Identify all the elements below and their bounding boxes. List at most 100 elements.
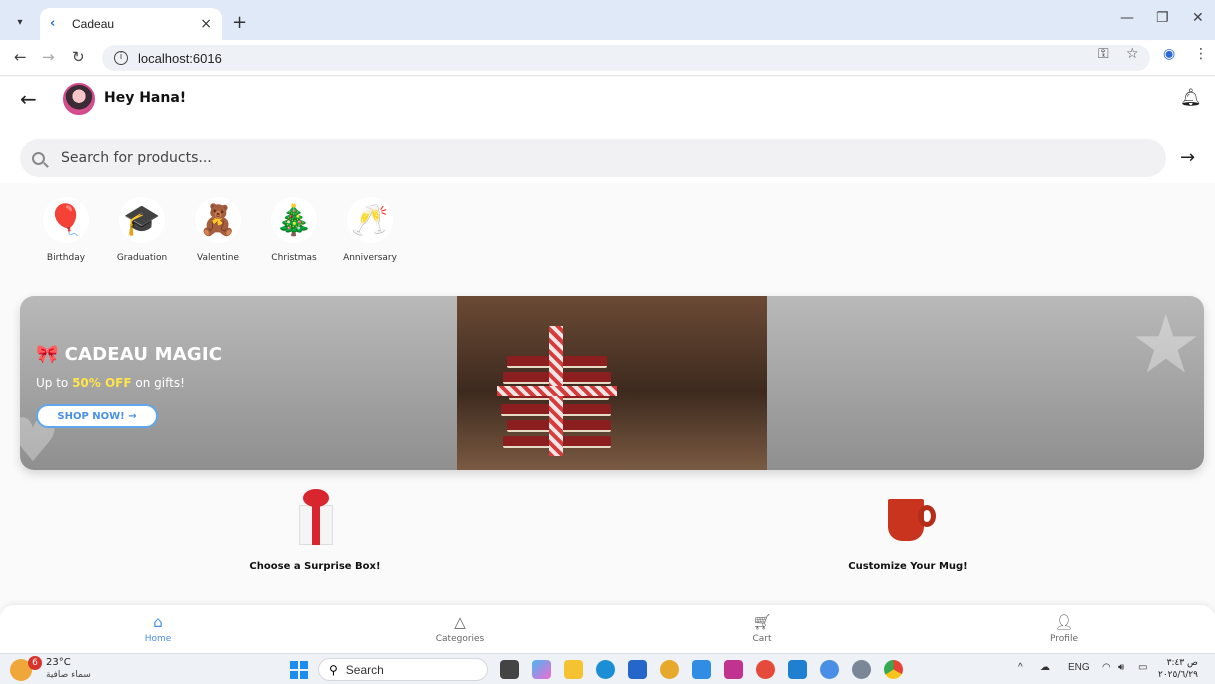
weather-badge: 6 [28,656,42,670]
category-label: Graduation [116,253,168,263]
banner-sub-suffix: on gifts! [131,376,185,390]
app-header: ← Hey Hana! 🔔︎ [0,77,1215,127]
search-placeholder: Search for products... [61,150,212,166]
tab-close-icon[interactable]: × [200,16,212,32]
search-icon: ⚲ [329,662,338,677]
customize-mug-card[interactable]: Customize Your Mug! [808,487,1008,572]
tab-search-menu-icon[interactable]: ▾ [8,10,32,34]
bookmark-star-icon[interactable]: ☆ [1126,46,1139,62]
bow-icon: 🎀 [36,344,59,365]
windows-start-icon[interactable] [290,661,308,679]
category-anniversary[interactable]: 🥂 Anniversary [332,197,408,263]
mug-icon [878,487,938,547]
system-clock[interactable]: ص ٣:٤٣ ٢٠٢٥/٦/٢٩ [1158,657,1198,681]
minimize-button[interactable]: — [1120,10,1134,26]
category-list: 🎈 Birthday 🎓 Graduation 🧸 Valentine 🎄 Ch… [28,197,408,263]
category-label: Anniversary [343,253,397,263]
banner-sub-prefix: Up to [36,376,73,390]
tab-title: Cadeau [72,17,115,31]
settings-gear-icon[interactable] [852,660,871,679]
weather-temp: 23°C [46,657,71,668]
new-tab-button[interactable]: + [232,12,247,33]
search-submit-arrow-icon[interactable]: → [1180,147,1195,168]
onedrive-icon[interactable]: ☁ [1040,662,1050,673]
url-text: localhost:6016 [138,50,222,66]
banner-title: 🎀 CADEAU MAGIC [36,344,222,365]
forward-icon[interactable]: → [42,48,55,66]
nav-categories[interactable]: △ Categories [400,613,520,644]
photos-icon[interactable] [724,660,743,679]
categories-icon: △ [454,613,466,631]
app-viewport: ← Hey Hana! 🔔︎ Search for products... → … [0,77,1215,653]
task-view-icon[interactable] [500,660,519,679]
flutter-favicon-icon: ‹ [50,16,56,31]
feature-label: Customize Your Mug! [848,561,968,572]
category-label: Valentine [197,253,239,263]
chrome-beta-icon[interactable] [660,660,679,679]
back-arrow-icon[interactable]: ← [20,87,37,111]
category-birthday[interactable]: 🎈 Birthday [28,197,104,263]
nav-label: Profile [1050,634,1078,644]
address-bar: ← → ↻ i localhost:6016 ⚿ ☆ ◉ ⋮ [0,40,1215,76]
category-graduation[interactable]: 🎓 Graduation [104,197,180,263]
vscode-icon[interactable] [788,660,807,679]
chrome-dev-icon[interactable] [820,660,839,679]
banner-title-text: CADEAU MAGIC [64,344,223,365]
nav-profile[interactable]: 👤︎ Profile [1004,613,1124,644]
weather-desc: سماء صافية [46,670,91,680]
edge-icon[interactable] [596,660,615,679]
promo-banner[interactable]: ♥ ★ 🎀 CADEAU MAGIC Up to 50% OFF on gifts… [20,296,1204,470]
language-indicator[interactable]: ENG [1068,662,1090,673]
category-label: Christmas [271,253,317,263]
banner-discount: 50% OFF [72,376,132,390]
nav-cart[interactable]: 🛒︎ Cart [702,613,822,644]
mug-handle [918,505,936,527]
star-decoration-icon: ★ [1130,298,1202,391]
gift-box-icon [285,487,345,547]
menu-kebab-icon[interactable]: ⋮ [1194,46,1208,62]
nav-label: Home [144,634,172,644]
copilot-icon[interactable] [532,660,551,679]
category-valentine[interactable]: 🧸 Valentine [180,197,256,263]
category-christmas[interactable]: 🎄 Christmas [256,197,332,263]
gift-books-image [457,296,767,470]
os-taskbar: 6 23°C سماء صافية ⚲ Search ^ ☁ ENG ◠ 🔊︎ … [0,653,1215,684]
category-label: Birthday [46,253,86,263]
back-icon[interactable]: ← [14,48,27,66]
notification-bell-icon[interactable]: 🔔︎ [1180,88,1202,108]
tray-chevron-icon[interactable]: ^ [1018,662,1023,673]
taskbar-search[interactable]: ⚲ Search [318,658,488,681]
close-window-button[interactable]: ✕ [1192,10,1204,26]
store-icon[interactable] [628,660,647,679]
restore-button[interactable]: ❐ [1156,10,1169,26]
teddy-bear-icon: 🧸 [195,197,241,243]
volume-icon[interactable]: 🔊︎ [1118,662,1124,673]
wifi-icon[interactable]: ◠ [1102,662,1111,673]
surprise-box-card[interactable]: Choose a Surprise Box! [215,487,415,572]
ribbon-horizontal [497,386,617,396]
profile-icon[interactable]: ◉ [1163,46,1175,62]
url-field[interactable]: i localhost:6016 [102,45,1150,71]
outlook-icon[interactable] [692,660,711,679]
feature-label: Choose a Surprise Box! [249,561,381,572]
reload-icon[interactable]: ↻ [72,48,85,66]
nav-label: Cart [752,634,772,644]
chrome-icon[interactable] [884,660,903,679]
shop-now-button[interactable]: SHOP NOW! → [36,404,158,428]
browser-tab[interactable]: ‹ Cadeau × [40,8,222,40]
nav-home[interactable]: ⌂ Home [98,613,218,644]
cart-icon: 🛒︎ [752,613,772,631]
search-input[interactable]: Search for products... [20,139,1166,177]
password-key-icon[interactable]: ⚿ [1098,46,1109,62]
taskbar-search-label: Search [345,662,384,677]
avatar[interactable] [63,83,95,115]
search-icon [32,151,45,165]
box-ribbon [312,505,320,545]
site-info-icon[interactable]: i [114,51,128,65]
battery-icon[interactable]: ▭ [1138,662,1147,673]
clock-time: ص ٣:٤٣ [1166,658,1198,668]
profile-icon: 👤︎ [1054,613,1074,631]
greeting-text: Hey Hana! [104,90,187,106]
chrome-canary-icon[interactable] [756,660,775,679]
file-explorer-icon[interactable] [564,660,583,679]
